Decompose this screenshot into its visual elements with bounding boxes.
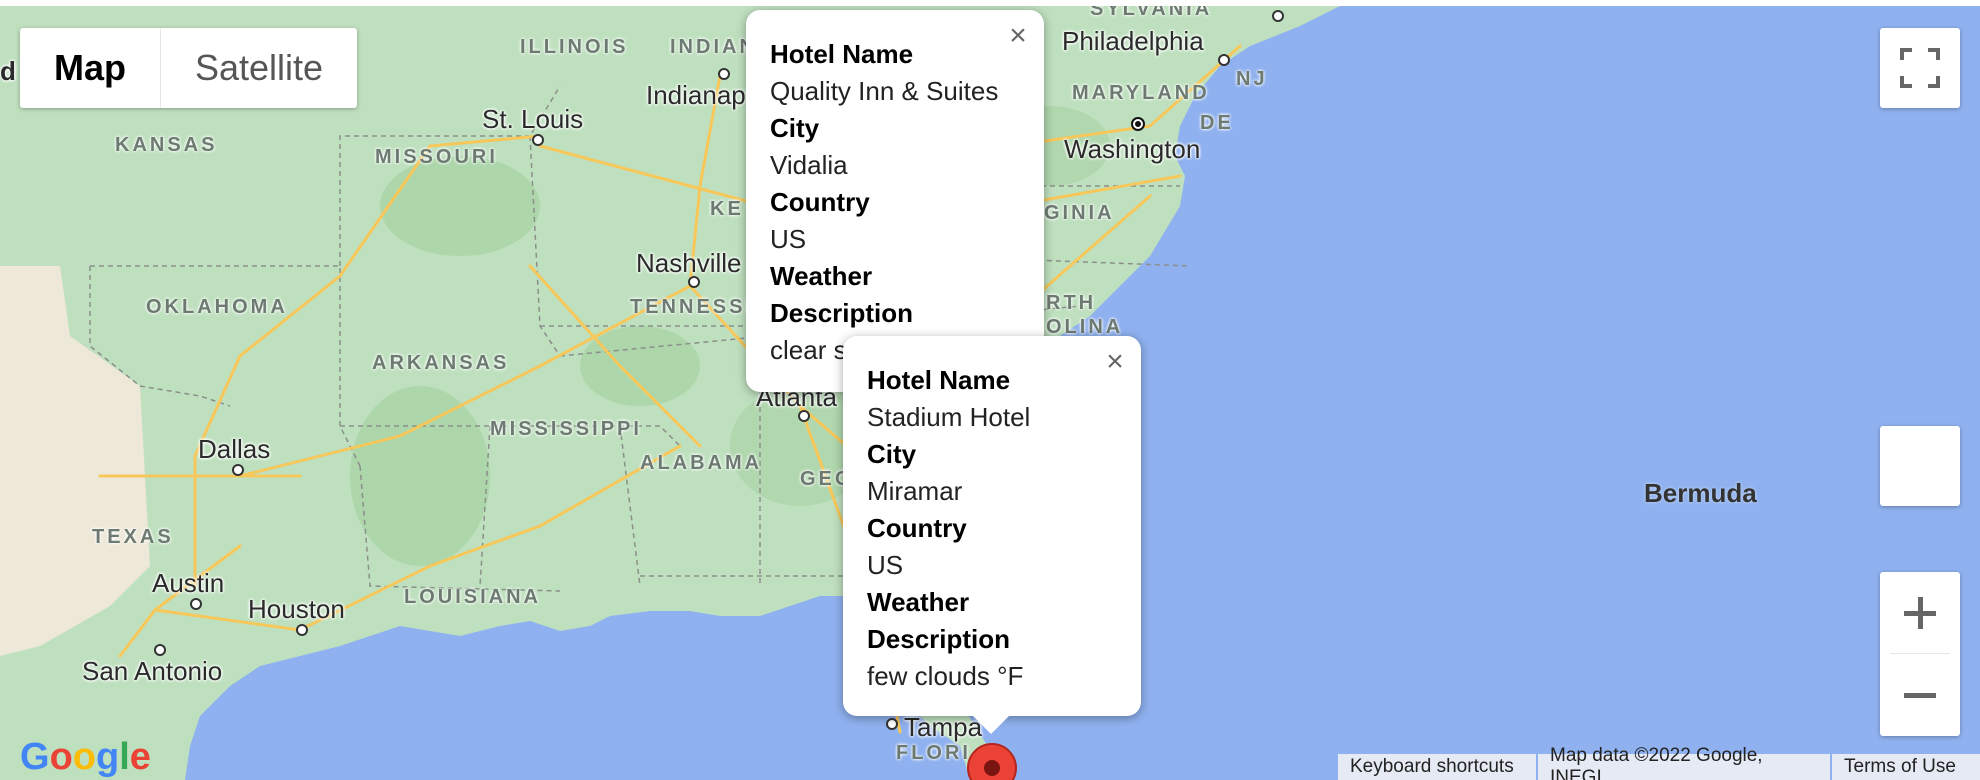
map-type-satellite-button[interactable]: Satellite	[161, 28, 357, 108]
map-type-map-button[interactable]: Map	[20, 28, 161, 108]
terms-of-use-link[interactable]: Terms of Use	[1832, 754, 1980, 780]
hotel-name-label: Hotel Name	[770, 39, 914, 69]
country-value: US	[867, 550, 904, 580]
city-dot-tampa	[886, 718, 898, 730]
city-label: City	[867, 439, 917, 469]
city-dot-dallas	[232, 464, 244, 476]
zoom-control	[1880, 572, 1960, 736]
city-dot-philadelphia	[1218, 54, 1230, 66]
country-label: Country	[770, 187, 870, 217]
zoom-in-button[interactable]	[1890, 572, 1950, 654]
city-label: City	[770, 113, 820, 143]
fullscreen-button[interactable]	[1880, 28, 1960, 108]
minus-icon	[1904, 693, 1936, 698]
city-dot-indianapolis	[718, 68, 730, 80]
close-icon[interactable]: ×	[1101, 345, 1129, 378]
weather-label: Weather Description	[867, 587, 1011, 654]
city-dot-ny	[1272, 10, 1284, 22]
weather-value: few clouds °F	[867, 661, 1024, 691]
country-value: US	[770, 224, 807, 254]
keyboard-shortcuts-link[interactable]: Keyboard shortcuts	[1338, 754, 1536, 780]
google-logo[interactable]: Google	[20, 736, 151, 779]
city-value: Miramar	[867, 476, 963, 506]
info-window: × Hotel Name Stadium Hotel City Miramar …	[843, 336, 1141, 734]
city-dot-austin	[190, 598, 202, 610]
street-view-pegman-button[interactable]	[1880, 426, 1960, 506]
map-data-attribution: Map data ©2022 Google, INEGI	[1538, 745, 1830, 780]
hotel-name-value: Stadium Hotel	[867, 402, 1031, 432]
city-dot-atlanta	[798, 410, 810, 422]
city-dot-st-louis	[532, 134, 544, 146]
city-dot-houston	[296, 624, 308, 636]
country-label: Country	[867, 513, 967, 543]
city-dot-san-antonio	[154, 644, 166, 656]
zoom-out-button[interactable]	[1880, 654, 1960, 736]
weather-label: Weather Description	[770, 261, 914, 328]
close-icon[interactable]: ×	[1004, 19, 1032, 52]
map-type-control: Map Satellite	[20, 28, 358, 108]
map-canvas[interactable]: KANSAS MISSOURI ILLINOIS INDIAN SYLVANIA…	[0, 6, 1980, 780]
info-window: × Hotel Name Quality Inn & Suites City V…	[746, 10, 1044, 392]
city-value: Vidalia	[770, 150, 848, 180]
city-dot-nashville	[688, 276, 700, 288]
fullscreen-icon	[1900, 48, 1940, 88]
map-marker-icon[interactable]	[966, 742, 1018, 780]
plus-icon	[1904, 596, 1936, 629]
hotel-name-value: Quality Inn & Suites	[770, 76, 999, 106]
hotel-name-label: Hotel Name	[867, 365, 1011, 395]
info-window-tail	[973, 716, 1009, 734]
